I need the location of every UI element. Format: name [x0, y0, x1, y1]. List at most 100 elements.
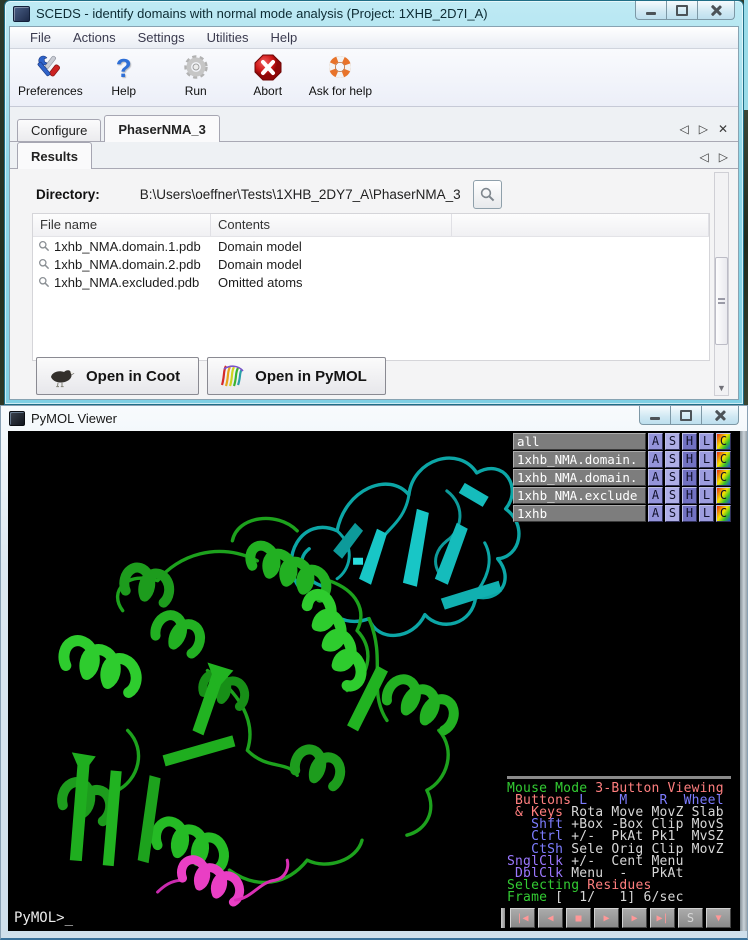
subtab-scroll-left-icon[interactable]: ◁: [700, 150, 709, 164]
tab-configure[interactable]: Configure: [17, 119, 101, 141]
object-c-button[interactable]: C: [716, 469, 731, 486]
open-in-pymol-button[interactable]: Open in PyMOL: [207, 357, 386, 395]
sceds-maximize-button[interactable]: [666, 1, 698, 20]
object-c-button[interactable]: C: [716, 433, 731, 450]
pymol-maximize-button[interactable]: [670, 406, 702, 425]
object-name-button[interactable]: all: [513, 433, 646, 450]
tab-phasernma-3[interactable]: PhaserNMA_3: [104, 115, 219, 142]
end-button[interactable]: ▶|: [650, 908, 675, 928]
object-h-button[interactable]: H: [682, 505, 697, 522]
forward-button[interactable]: ▶: [622, 908, 647, 928]
tab-scroll-left-icon[interactable]: ◁: [679, 122, 688, 136]
magnifier-icon: [38, 258, 50, 270]
abort-button[interactable]: Abort: [237, 51, 299, 98]
file-name-text: 1xhb_NMA.domain.2.pdb: [54, 257, 201, 272]
sceds-menubar: FileActionsSettingsUtilitiesHelp: [10, 27, 738, 49]
sceds-titlebar[interactable]: SCEDS - identify domains with normal mod…: [5, 1, 743, 26]
object-h-button[interactable]: H: [682, 433, 697, 450]
magnifier-icon: [38, 276, 50, 288]
pymol-window-title: PyMOL Viewer: [31, 411, 117, 426]
menu-settings[interactable]: Settings: [127, 30, 196, 45]
ask-for-help-button[interactable]: Ask for help: [309, 51, 372, 98]
object-h-button[interactable]: H: [682, 487, 697, 504]
pymol-close-button[interactable]: [701, 406, 739, 425]
file-name-cell[interactable]: 1xhb_NMA.domain.1.pdb: [33, 239, 211, 254]
object-name-button[interactable]: 1xhb: [513, 505, 646, 522]
object-l-button[interactable]: L: [699, 487, 714, 504]
object-l-button[interactable]: L: [699, 451, 714, 468]
stop-button[interactable]: ■: [566, 908, 591, 928]
scrollbar-down-arrow[interactable]: ▼: [715, 382, 728, 394]
table-row[interactable]: 1xhb_NMA.domain.1.pdbDomain model: [33, 237, 709, 255]
pymol-playback-controls: |◀◀■▶▶▶|S▼: [501, 908, 731, 928]
abort-icon: [251, 51, 285, 84]
table-row[interactable]: 1xhb_NMA.domain.2.pdb Domain model: [33, 255, 709, 273]
s-button[interactable]: S: [678, 908, 703, 928]
main-tab-row: Configure PhaserNMA_3 ◁ ▷ ✕: [10, 114, 738, 142]
object-row-0: allASHLC: [513, 433, 731, 450]
help-button[interactable]: ? Help: [93, 51, 155, 98]
object-h-button[interactable]: H: [682, 451, 697, 468]
object-c-button[interactable]: C: [716, 451, 731, 468]
rewind-button[interactable]: |◀: [510, 908, 535, 928]
object-name-button[interactable]: 1xhb_NMA.exclude: [513, 487, 646, 504]
pymol-minimize-button[interactable]: [639, 406, 671, 425]
pymol-right-scroll-strip[interactable]: [740, 431, 747, 931]
object-a-button[interactable]: A: [648, 487, 663, 504]
sceds-minimize-button[interactable]: [635, 1, 667, 20]
pymol-viewport[interactable]: allASHLC1xhb_NMA.domain.ASHLC1xhb_NMA.do…: [8, 431, 740, 931]
step-back-button[interactable]: ◀: [538, 908, 563, 928]
pymol-command-prompt[interactable]: PyMOL>_: [14, 910, 73, 926]
scrollbar-thumb[interactable]: [715, 257, 728, 345]
file-name-cell[interactable]: 1xhb_NMA.excluded.pdb: [33, 275, 211, 290]
browse-directory-button[interactable]: [473, 180, 502, 209]
pymol-mouse-panel: Mouse Mode 3-Button Viewing Buttons L M …: [507, 776, 731, 904]
table-row[interactable]: 1xhb_NMA.excluded.pdbOmitted atoms: [33, 273, 709, 291]
object-c-button[interactable]: C: [716, 505, 731, 522]
object-s-button[interactable]: S: [665, 505, 680, 522]
object-l-button[interactable]: L: [699, 433, 714, 450]
contents-cell: Domain model: [211, 257, 452, 272]
desktop-wallpaper-sliver: [744, 0, 748, 405]
object-l-button[interactable]: L: [699, 505, 714, 522]
object-a-button[interactable]: A: [648, 451, 663, 468]
directory-label: Directory:: [36, 187, 100, 202]
tab-results[interactable]: Results: [17, 142, 92, 169]
open-in-coot-button[interactable]: Open in Coot: [36, 357, 199, 395]
object-name-button[interactable]: 1xhb_NMA.domain.: [513, 469, 646, 486]
object-h-button[interactable]: H: [682, 469, 697, 486]
menu-file[interactable]: File: [19, 30, 62, 45]
results-scrollbar[interactable]: ▼: [714, 172, 729, 396]
object-a-button[interactable]: A: [648, 469, 663, 486]
play-button[interactable]: ▶: [594, 908, 619, 928]
object-l-button[interactable]: L: [699, 469, 714, 486]
menu-utilities[interactable]: Utilities: [196, 30, 260, 45]
object-s-button[interactable]: S: [665, 487, 680, 504]
object-a-button[interactable]: A: [648, 433, 663, 450]
pymol-object-panel: allASHLC1xhb_NMA.domain.ASHLC1xhb_NMA.do…: [513, 433, 731, 523]
menu-down-button[interactable]: ▼: [706, 908, 731, 928]
preferences-button[interactable]: Preferences: [18, 51, 83, 98]
object-a-button[interactable]: A: [648, 505, 663, 522]
tab-close-icon[interactable]: ✕: [718, 122, 728, 136]
file-table-header: File name Contents: [33, 214, 709, 237]
object-s-button[interactable]: S: [665, 451, 680, 468]
contents-cell: Domain model: [211, 239, 452, 254]
file-name-cell[interactable]: 1xhb_NMA.domain.2.pdb: [33, 257, 211, 272]
menu-actions[interactable]: Actions: [62, 30, 127, 45]
col-file-name[interactable]: File name: [33, 214, 211, 236]
minimize-icon: [650, 417, 660, 420]
object-s-button[interactable]: S: [665, 433, 680, 450]
run-button[interactable]: Run: [165, 51, 227, 98]
object-name-button[interactable]: 1xhb_NMA.domain.: [513, 451, 646, 468]
col-contents[interactable]: Contents: [211, 214, 452, 236]
menu-help[interactable]: Help: [259, 30, 308, 45]
subtab-scroll-right-icon[interactable]: ▷: [719, 150, 728, 164]
object-row-3: 1xhb_NMA.excludeASHLC: [513, 487, 731, 504]
directory-path: B:\Users\oeffner\Tests\1XHB_2DY7_A\Phase…: [140, 187, 461, 202]
sceds-close-button[interactable]: [697, 1, 735, 20]
object-s-button[interactable]: S: [665, 469, 680, 486]
pymol-titlebar[interactable]: PyMOL Viewer: [1, 406, 747, 431]
object-c-button[interactable]: C: [716, 487, 731, 504]
tab-scroll-right-icon[interactable]: ▷: [699, 122, 708, 136]
